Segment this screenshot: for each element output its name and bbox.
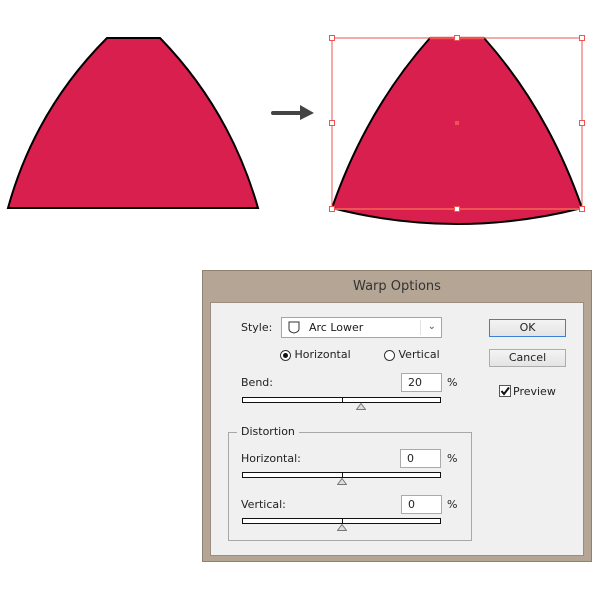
preview-checkbox[interactable] xyxy=(499,385,511,397)
dialog-body: Style: Arc Lower ⌄ Horizontal Vertical B… xyxy=(210,302,584,556)
chevron-down-icon[interactable]: ⌄ xyxy=(428,321,436,332)
handle-middle-left[interactable] xyxy=(329,120,335,126)
distortion-vertical-slider-thumb[interactable] xyxy=(336,524,347,531)
handle-top-center[interactable] xyxy=(454,35,460,41)
style-label: Style: xyxy=(241,321,273,334)
radio-vertical-label: Vertical xyxy=(398,348,440,361)
slider-center-tick xyxy=(342,473,343,477)
warp-options-dialog: Warp Options Style: Arc Lower ⌄ Horizont… xyxy=(202,270,592,562)
radio-horizontal-label: Horizontal xyxy=(294,348,351,361)
slider-center-tick xyxy=(342,398,343,402)
radio-vertical-button[interactable] xyxy=(384,349,395,361)
bend-input[interactable]: 20 xyxy=(401,373,442,392)
handle-bottom-right[interactable] xyxy=(579,206,585,212)
dialog-title: Warp Options xyxy=(353,279,441,294)
distortion-vertical-label: Vertical: xyxy=(241,498,286,511)
bend-slider-thumb[interactable] xyxy=(356,403,367,410)
illustration xyxy=(6,35,585,225)
distortion-vertical-unit: % xyxy=(447,498,458,511)
select-divider xyxy=(420,320,421,335)
distortion-title: Distortion xyxy=(237,425,299,438)
checkmark-icon xyxy=(500,386,510,396)
radio-vertical[interactable]: Vertical xyxy=(384,348,440,361)
distortion-horizontal-input[interactable]: 0 xyxy=(400,449,441,468)
style-select-value: Arc Lower xyxy=(309,321,364,334)
slider-center-tick xyxy=(342,519,343,523)
handle-top-left[interactable] xyxy=(329,35,335,41)
handle-bottom-center[interactable] xyxy=(454,206,460,212)
preview-label: Preview xyxy=(513,385,556,398)
arrow-right-icon xyxy=(271,105,314,120)
style-select[interactable]: Arc Lower ⌄ xyxy=(281,317,442,338)
arc-lower-icon xyxy=(288,321,300,334)
handle-top-right[interactable] xyxy=(579,35,585,41)
ok-button[interactable]: OK xyxy=(489,319,566,337)
distortion-vertical-input[interactable]: 0 xyxy=(401,495,442,514)
bend-label: Bend: xyxy=(241,376,273,389)
cancel-button[interactable]: Cancel xyxy=(489,349,566,367)
handle-middle-right[interactable] xyxy=(579,120,585,126)
radio-horizontal-button[interactable] xyxy=(280,349,291,361)
bend-slider[interactable] xyxy=(242,397,441,403)
warped-shape xyxy=(330,37,584,225)
radio-horizontal[interactable]: Horizontal xyxy=(280,348,351,361)
original-shape xyxy=(6,37,260,209)
distortion-horizontal-slider-thumb[interactable] xyxy=(336,478,347,485)
distortion-horizontal-label: Horizontal: xyxy=(241,452,301,465)
handle-bottom-left[interactable] xyxy=(329,206,335,212)
center-point xyxy=(455,121,459,125)
bend-unit: % xyxy=(447,376,458,389)
distortion-horizontal-unit: % xyxy=(447,452,458,465)
